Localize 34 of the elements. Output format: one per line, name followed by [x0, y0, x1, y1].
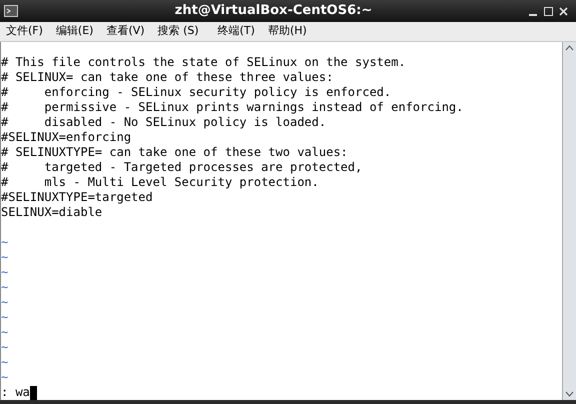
- file-line: # mls - Multi Level Security protection.: [1, 175, 319, 190]
- tilde-marker: ~: [1, 325, 8, 340]
- file-line: SELINUX=diable: [1, 205, 102, 220]
- menu-item[interactable]: 帮助(H): [268, 23, 307, 40]
- file-line: # permissive - SELinux prints warnings instead of enforcing.: [1, 100, 464, 115]
- window-title: zht@VirtualBox-CentOS6:~: [174, 2, 372, 20]
- file-line: # This file controls the state of SELinux on the system.: [1, 55, 406, 70]
- maximize-icon[interactable]: [544, 6, 553, 16]
- menu-item[interactable]: 文件(F): [6, 23, 43, 40]
- tilde-marker: ~: [1, 355, 8, 370]
- tilde-marker: ~: [1, 280, 8, 295]
- tilde-marker: ~: [1, 310, 8, 325]
- tilde-marker: ~: [1, 340, 8, 355]
- close-icon[interactable]: [559, 6, 568, 16]
- file-line: #SELINUXTYPE=targeted: [1, 190, 153, 205]
- terminal-icon: [4, 5, 18, 17]
- tilde-marker: ~: [1, 235, 8, 250]
- menu-item[interactable]: 编辑(E): [56, 23, 94, 40]
- menu-item[interactable]: 搜索 (S): [158, 23, 199, 40]
- text-cursor: [30, 386, 37, 400]
- file-line: # SELINUX= can take one of these three values:: [1, 70, 334, 85]
- menu-item[interactable]: 查看(V): [106, 23, 145, 40]
- file-line: #SELINUX=enforcing: [1, 130, 132, 145]
- file-line: # targeted - Targeted processes are protected,: [1, 160, 362, 175]
- tilde-marker: ~: [1, 250, 8, 265]
- scrollbar[interactable]: [562, 42, 576, 400]
- menu-item[interactable]: 终端(T): [218, 23, 255, 40]
- tilde-marker: ~: [1, 370, 8, 385]
- tilde-marker: ~: [1, 265, 8, 280]
- command-line[interactable]: : wa: [1, 385, 30, 400]
- file-line: # enforcing - SELinux security policy is enforced.: [1, 85, 392, 100]
- file-line: # disabled - No SELinux policy is loaded.: [1, 115, 326, 130]
- tilde-marker: ~: [1, 295, 8, 310]
- file-line: # SELINUXTYPE= can take one of these two values:: [1, 145, 348, 160]
